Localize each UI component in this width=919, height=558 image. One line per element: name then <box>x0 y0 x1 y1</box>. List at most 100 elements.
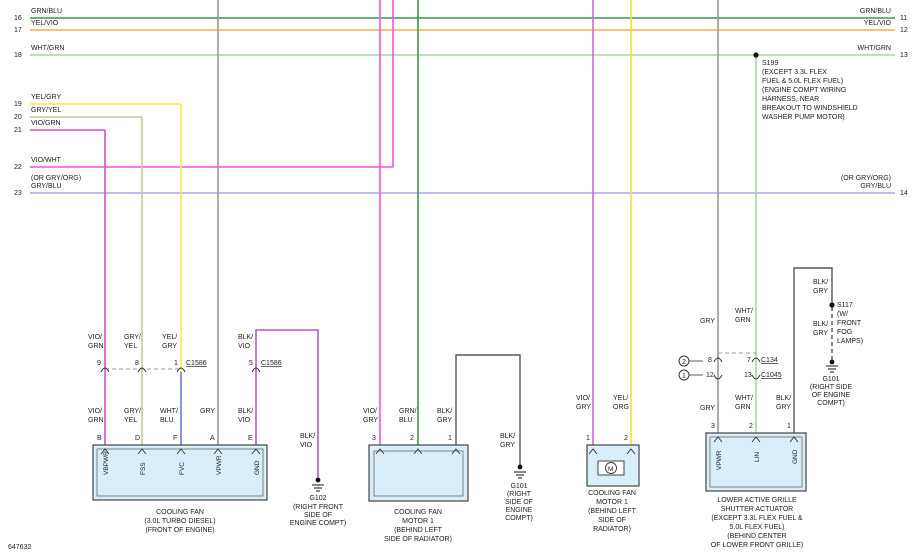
wire-label: BLK/ <box>437 408 452 415</box>
pin-number: 1 <box>174 360 178 367</box>
component-title: (BEHIND LEFT <box>588 508 637 515</box>
right-row-labels: 11 GRN/BLU 12 YEL/VIO 13 WHT/GRN 14 (OR … <box>841 8 908 197</box>
pin-number: 13 <box>744 372 752 379</box>
wire-label: GRY <box>363 417 378 424</box>
pin-number: 3 <box>372 435 376 442</box>
splice-dot <box>829 302 835 308</box>
splice-note: FOG <box>837 329 852 336</box>
ground-dot <box>315 477 321 483</box>
ground-note: SIDE OF <box>505 499 533 506</box>
component-title: (EXCEPT 3.3L FLEX FUEL & <box>711 515 802 522</box>
wire-label: YEL/ <box>162 334 177 341</box>
wire-label: GRY <box>700 318 715 325</box>
row-num: 17 <box>14 27 22 34</box>
function-label: VPWR <box>716 450 723 470</box>
function-label: VBPWR <box>103 451 110 475</box>
pin-number: 2 <box>410 435 414 442</box>
wiring-diagram: 16 GRN/BLU 17 YEL/VIO 18 WHT/GRN 19 YEL/… <box>8 0 908 551</box>
wire-label: GRY <box>500 442 515 449</box>
function-label: FVC <box>179 462 186 475</box>
wire-label: BLK/ <box>813 279 828 286</box>
row-label: WHT/GRN <box>31 45 64 52</box>
splice-note: FRONT <box>837 320 862 327</box>
component-title: SHUTTER ACTUATOR <box>721 506 793 513</box>
ground-note: (RIGHT FRONT <box>293 504 344 511</box>
pin-number: 7 <box>747 357 751 364</box>
row-label: GRN/BLU <box>860 8 891 15</box>
row-label: YEL/GRY <box>31 94 62 101</box>
pin-number: 12 <box>706 372 714 379</box>
pin-number: 3 <box>711 423 715 430</box>
component-cooling-fan-motor1-left: VIO/ GRY GRN/ BLU BLK/ GRY 3 2 1 COOLING… <box>363 408 469 543</box>
wire-label: BLU <box>160 417 174 424</box>
row-num: 12 <box>900 27 908 34</box>
wire-label: YEL <box>124 417 137 424</box>
component-title: OF LOWER FRONT GRILLE) <box>711 542 803 549</box>
row-label: GRN/BLU <box>31 8 62 15</box>
wire-label: WHT/ <box>160 408 178 415</box>
ground-g101-a: BLK/ GRY G101 (RIGHT SIDE OF ENGINE COMP… <box>500 433 533 522</box>
component-title: SIDE OF RADIATOR) <box>384 536 452 543</box>
row-num: 23 <box>14 190 22 197</box>
wire-label: WHT/ <box>735 395 753 402</box>
splice-note: (ENGINE COMPT WIRING <box>762 87 846 94</box>
row-label: VIO/WHT <box>31 157 62 164</box>
ground-note: SIDE OF <box>304 512 332 519</box>
ground-icon <box>826 365 838 373</box>
row-num: 20 <box>14 114 22 121</box>
row-num: 16 <box>14 15 22 22</box>
row-num: 21 <box>14 127 22 134</box>
splice-dot <box>753 52 759 58</box>
wire-label: YEL/ <box>613 395 628 402</box>
row-label: YEL/VIO <box>31 20 59 27</box>
splice-id: S117 <box>837 302 853 309</box>
function-label: FSS <box>140 462 147 475</box>
component-title: (BEHIND LEFT <box>394 527 443 534</box>
splice-note: BREAKOUT TO WINDSHIELD <box>762 105 858 112</box>
pin-letter: A <box>210 435 215 442</box>
wire-label: GRN <box>735 404 751 411</box>
component-title: SIDE OF <box>598 517 626 524</box>
wire-label: GRN/ <box>399 408 417 415</box>
component-title: 5.0L FLEX FUEL) <box>730 524 785 531</box>
left-row-labels: 16 GRN/BLU 17 YEL/VIO 18 WHT/GRN 19 YEL/… <box>14 8 81 197</box>
wire-label: BLK/ <box>500 433 515 440</box>
motor-symbol: M <box>608 466 613 473</box>
component-title: COOLING FAN <box>588 490 636 497</box>
figure-id: 647632 <box>8 544 31 551</box>
connector-id: C1045 <box>761 372 782 379</box>
function-label: GND <box>254 460 261 475</box>
function-label: GND <box>792 449 799 464</box>
wire-label: GRY <box>576 404 591 411</box>
wire-label: VIO <box>300 442 313 449</box>
wire-label: VIO/ <box>363 408 377 415</box>
splice-note: (EXCEPT 3.3L FLEX <box>762 69 827 76</box>
component-title: RADIATOR) <box>593 526 631 533</box>
ground-dot <box>829 359 835 365</box>
vertical-wires <box>104 0 833 478</box>
row-label: GRY/BLU <box>31 183 62 190</box>
wire-label: GRY <box>437 417 452 424</box>
ground-dot <box>517 464 523 470</box>
ground-id: G101 <box>510 483 527 490</box>
pin-number: 1 <box>586 435 590 442</box>
row-num: 11 <box>900 15 907 22</box>
connector-id: C1586 <box>186 360 207 367</box>
note-marker-text: 2 <box>682 359 686 366</box>
row-num: 19 <box>14 101 22 108</box>
row-label: VIO/GRN <box>31 120 61 127</box>
wire-label: YEL <box>124 343 137 350</box>
wire-label: GRY <box>813 330 828 337</box>
wire-label: GRY <box>162 343 177 350</box>
row-num: 22 <box>14 164 22 171</box>
component-title: (3.0L TURBO DIESEL) <box>144 518 215 525</box>
row-label: GRY/BLU <box>860 183 891 190</box>
pin-number: 8 <box>135 360 139 367</box>
component-title: (BEHIND CENTER <box>727 533 787 540</box>
connector-c1586: 9 8 1 C1586 5 C1586 VIO/ GRN GRY/ YEL YE… <box>88 334 282 373</box>
splice-note: FUEL & 5.0L FLEX FUEL) <box>762 78 843 85</box>
wire-label: VIO/ <box>88 408 102 415</box>
component-title: (FRONT OF ENGINE) <box>145 527 214 534</box>
splice-id: S199 <box>762 60 778 67</box>
wire-label: BLK/ <box>238 408 253 415</box>
